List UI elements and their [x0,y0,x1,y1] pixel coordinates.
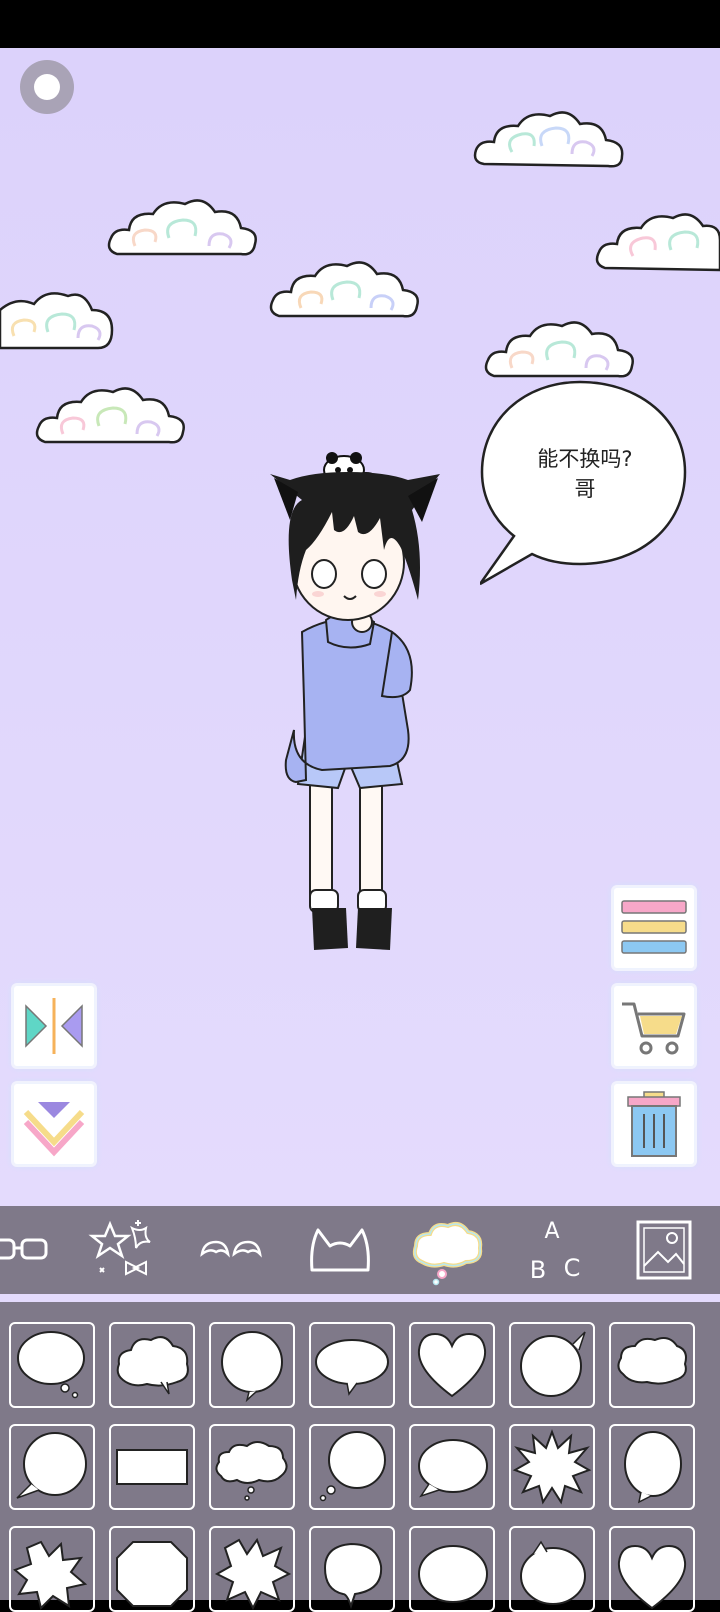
cloud-decoration [484,321,634,378]
toolbar-divider [0,1294,720,1302]
bubble-shape-grid [0,1302,720,1612]
bubble-thought-dots[interactable] [309,1424,395,1510]
bubble-round-tail[interactable] [509,1322,595,1408]
speech-line-2: 哥 [574,477,596,501]
character-avatar[interactable] [262,400,462,980]
speech-line-1: 能不换吗? [537,447,633,471]
menu-lines-icon[interactable] [614,888,694,968]
bubble-cloud-small[interactable] [609,1322,695,1408]
dressup-stage: 能不换吗? 哥 [0,48,720,1206]
svg-text:B: B [530,1256,546,1284]
bubble-thought-round[interactable] [9,1322,95,1408]
bubble-round[interactable] [209,1322,295,1408]
cloud-decoration [595,213,720,272]
speech-bubble[interactable] [480,378,695,648]
text-abc-icon[interactable]: A B C [510,1206,600,1294]
bubble-oval[interactable] [309,1322,395,1408]
bubble-burst-3[interactable] [209,1526,295,1612]
bubble-oval-tall[interactable] [609,1424,695,1510]
bubble-oval-tail[interactable] [409,1424,495,1510]
bubble-rectangle[interactable] [109,1424,195,1510]
svg-text:A: A [544,1219,559,1244]
bubble-round-2[interactable] [309,1526,395,1612]
category-toolbar: A B C [0,1206,720,1294]
bubble-octagon[interactable] [109,1526,195,1612]
wings-icon[interactable] [186,1206,276,1294]
bubble-heart-2[interactable] [609,1526,695,1612]
background-image-icon[interactable] [630,1206,720,1294]
cloud-decoration [0,292,114,350]
bubble-cloud-wide[interactable] [209,1424,295,1510]
layer-down-icon[interactable] [14,1084,94,1164]
bubble-burst[interactable] [509,1424,595,1510]
record-icon[interactable] [20,60,74,114]
shopping-cart-icon[interactable] [614,986,694,1066]
svg-text:C: C [564,1254,581,1282]
flip-horizontal-icon[interactable] [14,986,94,1066]
speech-bubble-text: 能不换吗? 哥 [505,444,665,504]
cloud-decoration [107,199,257,256]
status-bar [0,0,720,48]
trash-can-icon[interactable] [614,1084,694,1164]
speech-cloud-icon[interactable] [404,1206,494,1294]
bubble-heart[interactable] [409,1322,495,1408]
bubble-oval-2[interactable] [409,1526,495,1612]
bubble-cloud[interactable] [109,1322,195,1408]
cloud-decoration [35,387,185,444]
bubble-burst-2[interactable] [9,1526,95,1612]
cat-ears-icon[interactable] [296,1206,386,1294]
bubble-round-3[interactable] [509,1526,595,1612]
sparkles-icon[interactable] [80,1206,170,1294]
cloud-decoration [473,111,624,168]
bubble-round-tail-left[interactable] [9,1424,95,1510]
cloud-decoration [269,261,419,318]
glasses-icon[interactable] [0,1206,90,1294]
